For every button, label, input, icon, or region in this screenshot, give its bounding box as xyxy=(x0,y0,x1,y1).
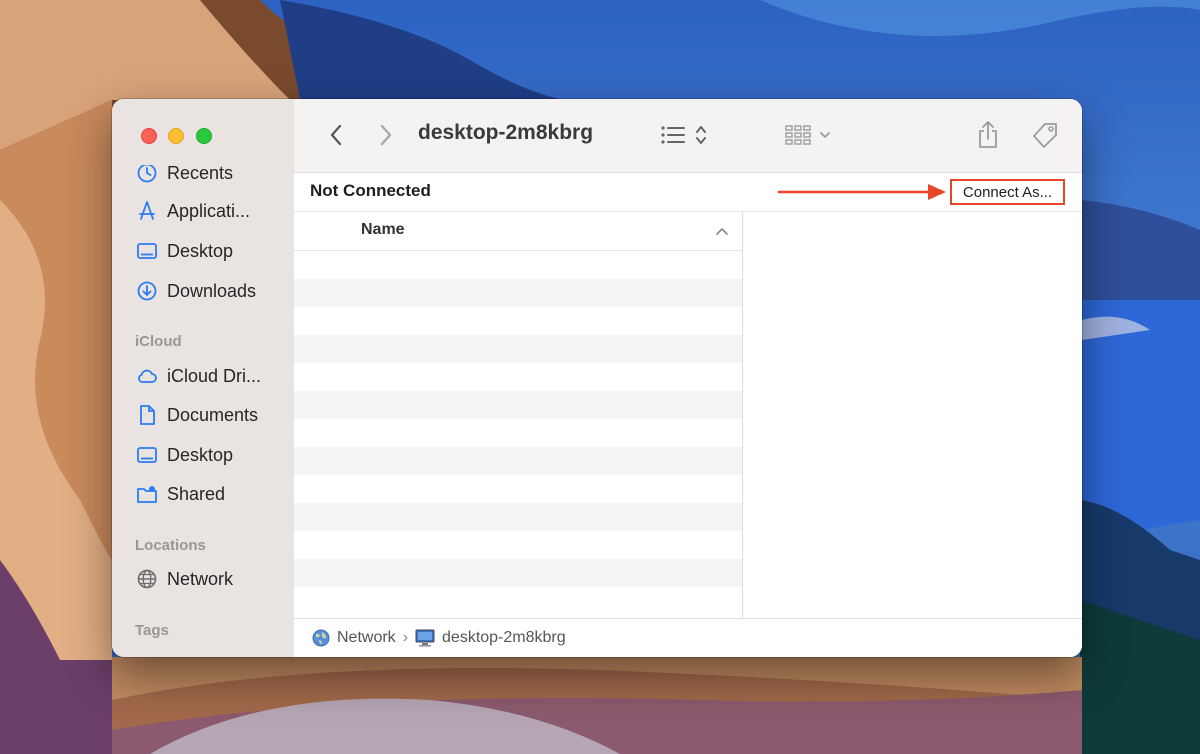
file-list[interactable]: Name xyxy=(294,212,742,618)
close-window-button[interactable] xyxy=(141,128,157,144)
download-icon xyxy=(137,281,157,301)
finder-window: Recents Applicati... Desktop Downloads i… xyxy=(112,99,1082,657)
globe-icon xyxy=(137,569,157,589)
network-globe-icon xyxy=(312,629,330,647)
shared-folder-icon xyxy=(137,486,157,503)
sidebar-section-icloud: iCloud xyxy=(135,333,182,350)
sidebar-item-applications[interactable]: Applicati... xyxy=(136,196,250,226)
list-row xyxy=(294,419,742,447)
connect-as-button[interactable]: Connect As... xyxy=(950,179,1065,205)
list-row xyxy=(294,531,742,559)
main-pane: desktop-2m8kbrg Not Connected Connect As… xyxy=(294,99,1082,657)
chevron-left-icon xyxy=(330,124,342,146)
share-icon xyxy=(979,121,997,148)
chevron-right-icon xyxy=(380,124,392,146)
sidebar: Recents Applicati... Desktop Downloads i… xyxy=(112,99,295,657)
zoom-window-button[interactable] xyxy=(196,128,212,144)
share-button[interactable] xyxy=(976,119,1000,151)
connection-status: Not Connected xyxy=(310,181,431,200)
list-row xyxy=(294,503,742,531)
sidebar-item-label: Downloads xyxy=(167,280,257,301)
list-row xyxy=(294,587,742,615)
list-row xyxy=(294,251,742,279)
annotation-arrow xyxy=(778,184,946,200)
path-item-computer[interactable]: desktop-2m8kbrg xyxy=(442,629,566,647)
list-row xyxy=(294,363,742,391)
desktop-icon xyxy=(137,243,157,259)
sidebar-item-shared[interactable]: Shared xyxy=(136,479,225,509)
sidebar-item-icloud-desktop[interactable]: Desktop xyxy=(136,440,233,470)
column-divider[interactable] xyxy=(742,212,743,618)
chevron-up-icon xyxy=(716,228,728,235)
cloud-icon xyxy=(138,369,157,383)
connection-bar: Not Connected Connect As... xyxy=(294,173,1082,212)
sidebar-item-documents[interactable]: Documents xyxy=(136,400,258,430)
minimize-window-button[interactable] xyxy=(168,128,184,144)
sidebar-item-label: iCloud Dri... xyxy=(167,365,262,386)
path-bar: Network › desktop-2m8kbrg xyxy=(294,618,1082,657)
forward-button[interactable] xyxy=(374,119,398,151)
back-button[interactable] xyxy=(324,119,348,151)
sidebar-item-label: Desktop xyxy=(167,240,234,261)
tags-button[interactable] xyxy=(1030,119,1060,151)
sidebar-item-desktop[interactable]: Desktop xyxy=(136,236,233,266)
applications-icon xyxy=(139,201,155,220)
sidebar-item-label: Shared xyxy=(167,483,226,504)
path-separator: › xyxy=(402,629,409,646)
toolbar: desktop-2m8kbrg xyxy=(294,99,1082,173)
window-title: desktop-2m8kbrg xyxy=(418,121,594,144)
column-header-name[interactable]: Name xyxy=(361,221,405,239)
list-row xyxy=(294,447,742,475)
sidebar-item-label: Documents xyxy=(167,404,259,425)
sidebar-list[interactable]: Recents Applicati... Desktop Downloads i… xyxy=(112,99,294,657)
path-item-network[interactable]: Network xyxy=(337,629,396,647)
sidebar-section-locations: Locations xyxy=(135,537,206,554)
sidebar-section-tags: Tags xyxy=(135,622,169,639)
sidebar-item-downloads[interactable]: Downloads xyxy=(136,276,256,306)
sidebar-item-label: Applicati... xyxy=(167,200,251,221)
view-mode-button[interactable] xyxy=(658,119,714,151)
sidebar-item-network[interactable]: Network xyxy=(136,564,233,594)
sidebar-item-label: Desktop xyxy=(167,444,234,465)
list-row xyxy=(294,307,742,335)
group-by-button[interactable] xyxy=(784,119,838,151)
tag-icon xyxy=(1033,123,1057,148)
grid-icon xyxy=(785,125,830,145)
list-row xyxy=(294,391,742,419)
sidebar-item-label: Network xyxy=(167,568,234,589)
sidebar-item-icloud-drive[interactable]: iCloud Dri... xyxy=(136,361,261,391)
list-row xyxy=(294,335,742,363)
desktop-icon xyxy=(137,447,157,463)
clock-icon xyxy=(137,163,157,183)
sidebar-item-label: Recents xyxy=(167,162,234,183)
column-header: Name xyxy=(294,212,742,251)
list-row xyxy=(294,475,742,503)
list-view-icon xyxy=(661,126,706,144)
document-icon xyxy=(140,405,155,425)
computer-icon xyxy=(415,629,435,647)
list-row xyxy=(294,559,742,587)
list-row xyxy=(294,279,742,307)
